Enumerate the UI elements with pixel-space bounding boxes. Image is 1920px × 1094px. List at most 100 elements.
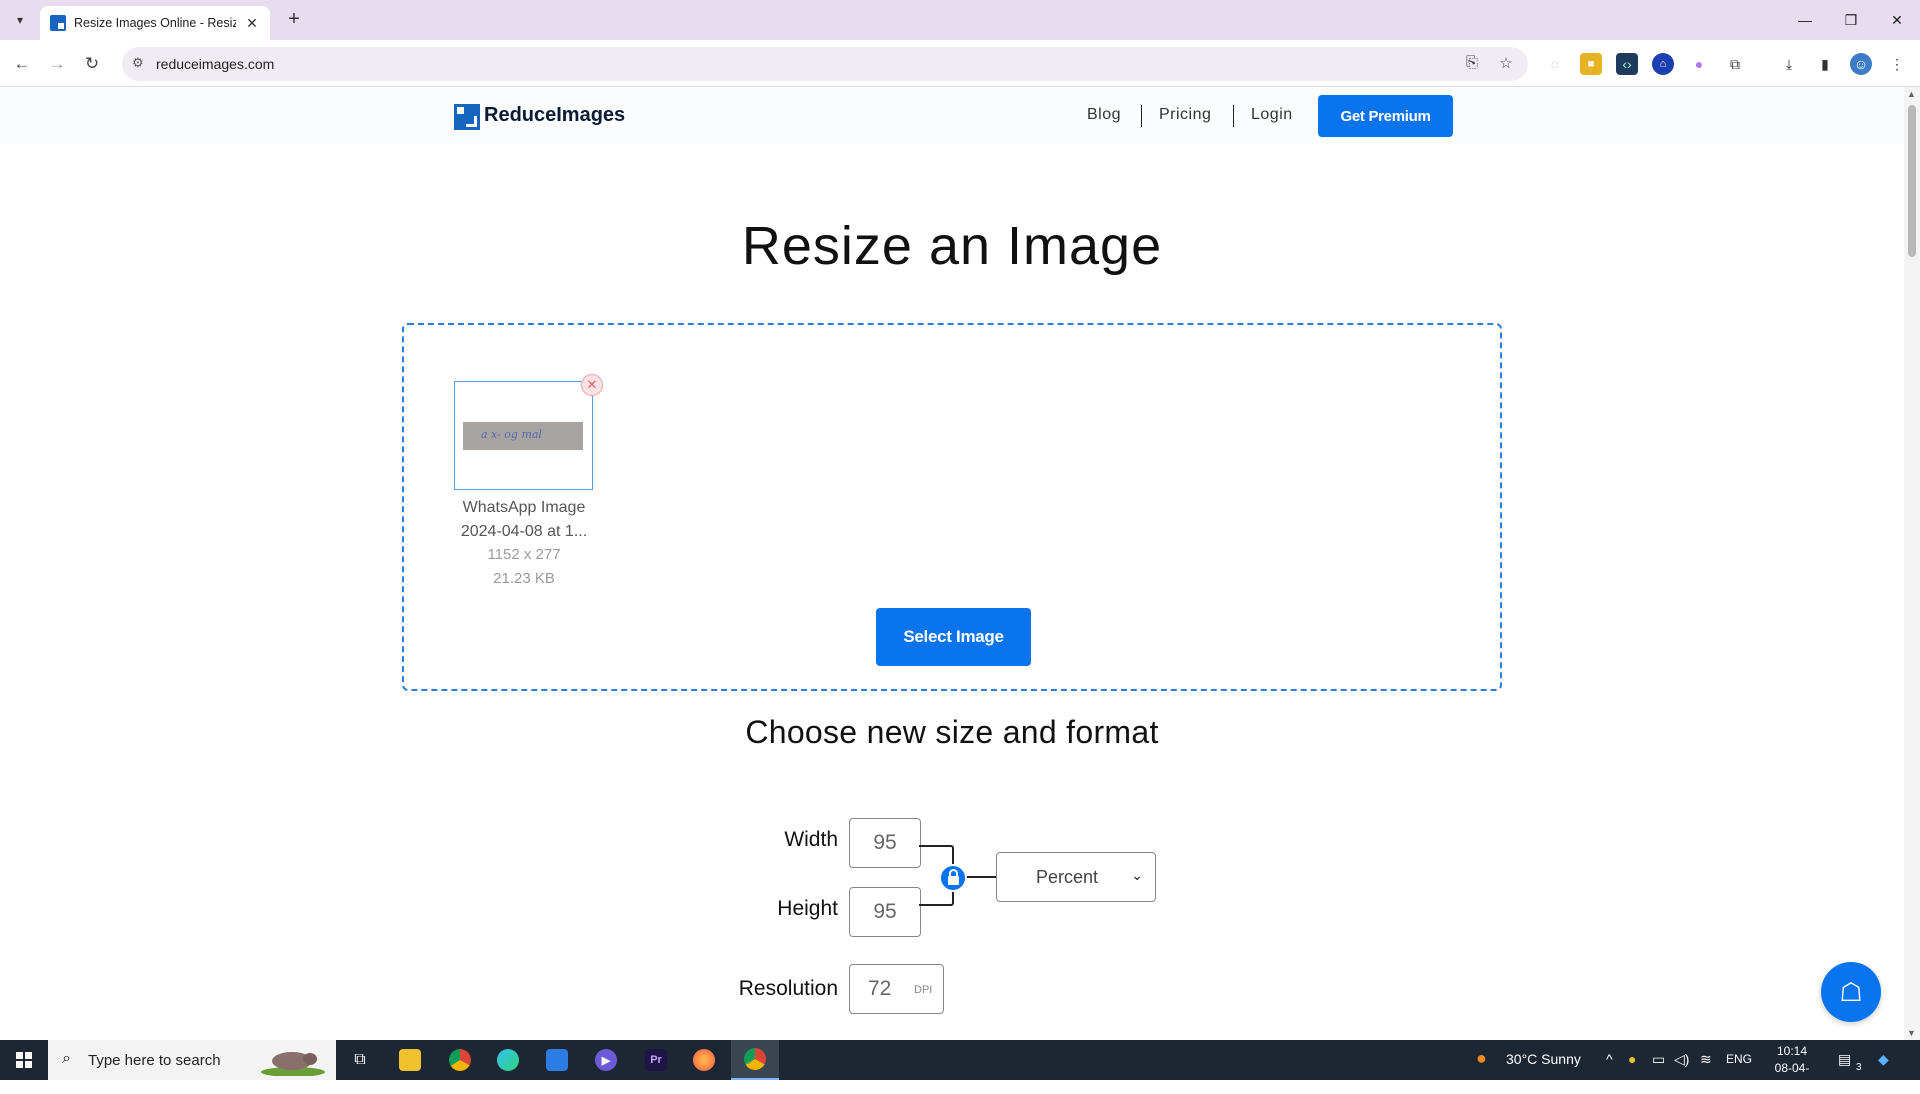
file-name: WhatsApp Image 2024-04-08 at 1... bbox=[444, 496, 604, 544]
extension-icon[interactable]: ■ bbox=[1580, 53, 1602, 75]
new-tab-plus-icon[interactable]: + bbox=[282, 8, 306, 32]
language-indicator[interactable]: ENG bbox=[1726, 1052, 1752, 1066]
browser-tab-active[interactable]: Resize Images Online - Resize Ima ✕ bbox=[40, 6, 270, 40]
web-page: ReduceImages Blog Pricing Login Get Prem… bbox=[0, 87, 1904, 1040]
resolution-unit: DPI bbox=[914, 984, 933, 996]
unit-select[interactable]: Percent ⌄ bbox=[996, 852, 1156, 902]
scroll-up-icon[interactable]: ▲ bbox=[1907, 89, 1916, 99]
clock-time: 10:14 bbox=[1776, 1044, 1808, 1058]
weather-text[interactable]: 30°C Sunny bbox=[1506, 1051, 1581, 1067]
select-image-button[interactable]: Select Image bbox=[876, 608, 1031, 666]
windows-logo-icon bbox=[16, 1052, 32, 1068]
side-panel-icon[interactable]: ▮ bbox=[1814, 53, 1836, 75]
nav-link-pricing[interactable]: Pricing bbox=[1159, 106, 1211, 124]
height-input[interactable]: 95 bbox=[849, 887, 921, 937]
download-icon[interactable]: ⤓ bbox=[1778, 53, 1800, 75]
forward-arrow-icon[interactable]: → bbox=[43, 50, 71, 78]
close-window-button[interactable]: ✕ bbox=[1874, 0, 1920, 40]
file-name-line: WhatsApp Image bbox=[462, 499, 586, 516]
chrome-icon[interactable] bbox=[436, 1040, 484, 1080]
windows-taskbar: ⌕ Type here to search ⧉ ▶ Pr ● 30°C Sunn… bbox=[0, 1040, 1920, 1092]
premiere-pro-icon[interactable]: Pr bbox=[632, 1040, 680, 1080]
section-title: Choose new size and format bbox=[745, 714, 1159, 750]
address-bar[interactable]: ⚙ reduceimages.com ⎘ ☆ bbox=[122, 47, 1528, 81]
get-premium-button[interactable]: Get Premium bbox=[1318, 95, 1453, 137]
scroll-down-icon[interactable]: ▼ bbox=[1907, 1028, 1916, 1038]
extension-icon[interactable]: ● bbox=[1688, 53, 1710, 75]
nav-link-blog[interactable]: Blog bbox=[1087, 106, 1121, 124]
file-dimensions: 1152 x 277 bbox=[487, 546, 561, 563]
wifi-icon[interactable]: ≋ bbox=[1700, 1051, 1712, 1068]
page-scrollbar[interactable]: ▲ ▼ bbox=[1904, 87, 1920, 1040]
network-icon[interactable]: ▭ bbox=[1652, 1051, 1665, 1068]
thumbnail-image: a x- og mal bbox=[463, 422, 583, 450]
weather-sun-icon[interactable]: ● bbox=[1476, 1048, 1487, 1069]
resolution-input[interactable]: 72 DPI bbox=[849, 964, 944, 1014]
extension-icon[interactable]: ‹› bbox=[1616, 53, 1638, 75]
start-button[interactable] bbox=[0, 1040, 48, 1080]
nav-divider bbox=[1233, 105, 1234, 127]
width-input[interactable]: 95 bbox=[849, 818, 921, 868]
tray-app-icon[interactable]: ● bbox=[1628, 1051, 1636, 1067]
nav-link-login[interactable]: Login bbox=[1251, 106, 1293, 124]
page-title: Resize an Image bbox=[741, 216, 1163, 276]
url-text[interactable]: reduceimages.com bbox=[156, 56, 274, 72]
width-label: Width bbox=[784, 828, 838, 851]
tab-close-icon[interactable]: ✕ bbox=[244, 15, 260, 32]
media-player-icon[interactable]: ▶ bbox=[582, 1040, 630, 1080]
browser-tab-strip: ▾ Resize Images Online - Resize Ima ✕ + … bbox=[0, 0, 1920, 40]
site-info-icon[interactable]: ⚙ bbox=[132, 55, 144, 71]
reload-icon[interactable]: ↻ bbox=[78, 50, 106, 78]
tray-chevron-up-icon[interactable]: ^ bbox=[1606, 1051, 1613, 1067]
site-header: ReduceImages Blog Pricing Login Get Prem… bbox=[0, 87, 1904, 144]
image-thumbnail[interactable]: a x- og mal bbox=[454, 381, 593, 490]
restore-button[interactable]: ❐ bbox=[1828, 0, 1874, 40]
tab-search-chevron-icon[interactable]: ▾ bbox=[8, 8, 32, 32]
search-highlight-image bbox=[261, 1052, 325, 1076]
search-icon: ⌕ bbox=[62, 1050, 71, 1067]
task-view-icon[interactable]: ⧉ bbox=[336, 1040, 384, 1080]
minimize-button[interactable]: — bbox=[1782, 0, 1828, 40]
resolution-value: 72 bbox=[868, 977, 892, 1000]
extension-icon[interactable]: ⌂ bbox=[1652, 53, 1674, 75]
nav-divider bbox=[1141, 105, 1142, 127]
favicon-icon bbox=[50, 15, 66, 31]
file-explorer-icon[interactable] bbox=[386, 1040, 434, 1080]
taskbar-search[interactable]: ⌕ Type here to search bbox=[48, 1040, 336, 1080]
remove-image-close-icon[interactable]: ✕ bbox=[581, 374, 603, 396]
copilot-icon[interactable]: ◆ bbox=[1878, 1051, 1889, 1068]
extension-icon[interactable]: ◌ bbox=[1544, 53, 1566, 75]
logo-text[interactable]: ReduceImages bbox=[484, 104, 625, 127]
microsoft-store-icon[interactable] bbox=[533, 1040, 581, 1080]
feedback-chat-button[interactable]: ☖ bbox=[1821, 962, 1881, 1022]
edge-icon[interactable] bbox=[484, 1040, 532, 1080]
lock-aspect-ratio-icon[interactable] bbox=[939, 864, 967, 892]
file-name-line: 2024-04-08 at 1... bbox=[460, 523, 588, 540]
resolution-label: Resolution bbox=[738, 977, 838, 1000]
logo-icon[interactable] bbox=[454, 104, 480, 130]
browser-toolbar: ← → ↻ ⚙ reduceimages.com ⎘ ☆ ◌ ■ ‹› ⌂ ● … bbox=[0, 40, 1920, 87]
chrome-active-icon[interactable] bbox=[731, 1040, 779, 1080]
clock-date: 08-04-2024 bbox=[1774, 1061, 1810, 1092]
install-app-icon[interactable]: ⎘ bbox=[1462, 54, 1482, 74]
volume-icon[interactable]: ◁) bbox=[1674, 1051, 1689, 1068]
tab-title: Resize Images Online - Resize Ima bbox=[74, 16, 236, 30]
height-label: Height bbox=[777, 897, 838, 920]
menu-kebab-icon[interactable]: ⋮ bbox=[1886, 53, 1908, 75]
unit-select-value: Percent bbox=[1035, 867, 1099, 887]
notification-icon[interactable]: ▤ bbox=[1838, 1051, 1851, 1068]
scrollbar-thumb[interactable] bbox=[1908, 105, 1916, 257]
clock[interactable]: 10:14 08-04-2024 bbox=[1762, 1043, 1822, 1094]
bookmark-star-icon[interactable]: ☆ bbox=[1496, 54, 1516, 74]
firefox-icon[interactable] bbox=[680, 1040, 728, 1080]
chevron-down-icon: ⌄ bbox=[1131, 867, 1143, 883]
extensions-puzzle-icon[interactable]: ⧉ bbox=[1724, 53, 1746, 75]
search-placeholder: Type here to search bbox=[88, 1052, 221, 1069]
file-size: 21.23 KB bbox=[493, 570, 555, 587]
back-arrow-icon[interactable]: ← bbox=[8, 50, 36, 78]
thumbnail-handwriting: a x- og mal bbox=[481, 428, 542, 441]
notification-count: 3 bbox=[1856, 1062, 1862, 1073]
image-dropzone[interactable]: a x- og mal ✕ WhatsApp Image 2024-04-08 … bbox=[402, 323, 1502, 691]
aspect-link-line bbox=[966, 876, 996, 878]
profile-avatar-icon[interactable]: ☺ bbox=[1850, 53, 1872, 75]
